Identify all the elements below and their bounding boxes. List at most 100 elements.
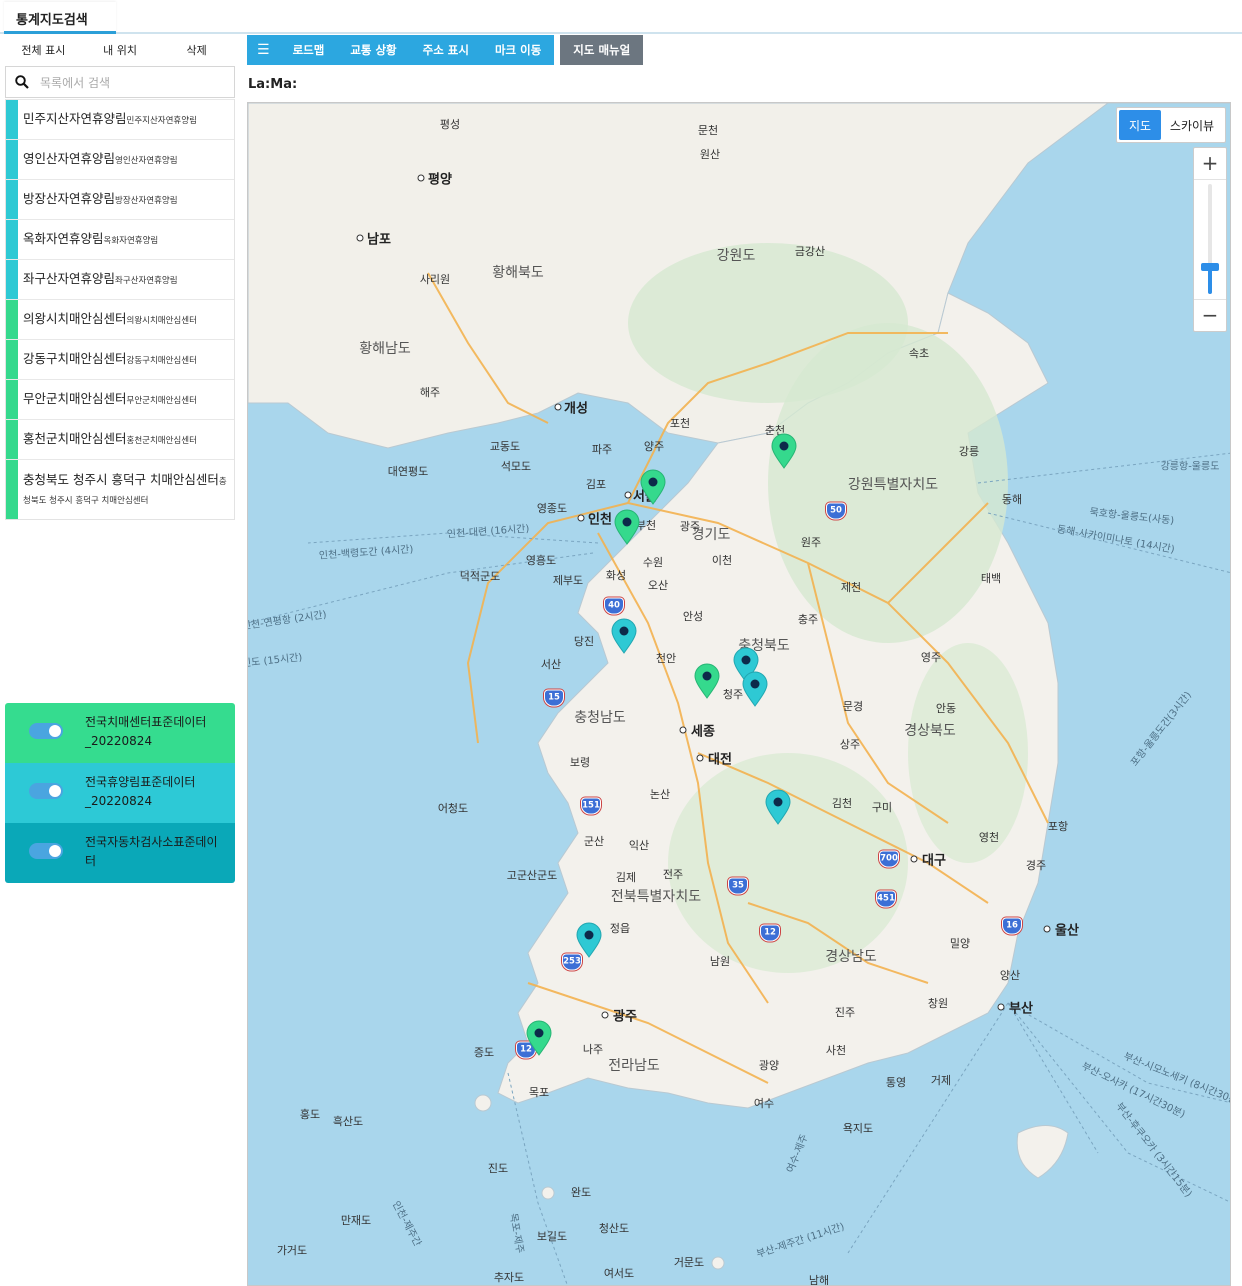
layer-label: 전국치매센터표준데이터_20220824 <box>85 715 207 749</box>
mountains <box>908 643 1028 863</box>
menu-icon: ☰ <box>257 42 270 58</box>
city-dot <box>910 855 918 863</box>
route-shield: 35 <box>728 877 748 895</box>
map-canvas[interactable]: 평양 남포 개성 인천 서울 세종 대전 대구 울산 광주 부산 황해북도 황해… <box>247 102 1231 1286</box>
layer-toggle[interactable] <box>29 723 63 739</box>
search-input[interactable] <box>40 72 225 94</box>
map-marker-dementia-center[interactable] <box>694 663 720 699</box>
mountains <box>768 323 1008 643</box>
city-dot <box>417 174 425 182</box>
city-dot <box>577 514 585 522</box>
poi-subtitle: 홍천군치매안심센터 <box>126 436 197 446</box>
toggle-knob <box>49 785 61 797</box>
list-search <box>5 66 235 98</box>
traffic-button[interactable]: 교통 상황 <box>337 35 409 65</box>
map-type-switch: 지도 스카이뷰 <box>1116 107 1226 143</box>
map-marker-dementia-center[interactable] <box>771 433 797 469</box>
zoom-control: + − <box>1193 147 1227 332</box>
left-action-bar: 전체 표시 내 위치 삭제 <box>5 42 235 60</box>
layer-toggle[interactable] <box>29 843 63 859</box>
map-marker-recreation-forest[interactable] <box>576 922 602 958</box>
map-type-skyview-button[interactable]: 스카이뷰 <box>1161 117 1223 134</box>
list-item[interactable]: 홍천군치매안심센터홍천군치매안심센터 <box>6 419 234 459</box>
roadmap-button[interactable]: 로드맵 <box>280 35 338 65</box>
category-color-bar <box>6 380 18 419</box>
category-color-bar <box>6 300 18 339</box>
my-location-button[interactable]: 내 위치 <box>82 42 159 60</box>
city-dot <box>1043 925 1051 933</box>
map-base <box>248 103 1230 1285</box>
map-manual-button[interactable]: 지도 매뉴얼 <box>560 35 644 65</box>
list-item[interactable]: 무안군치매안심센터무안군치매안심센터 <box>6 379 234 419</box>
island <box>711 1256 725 1270</box>
layer-label: 전국휴양림표준데이터_20220824 <box>85 775 196 809</box>
list-item[interactable]: 옥화자연휴양림옥화자연휴양림 <box>6 219 234 259</box>
lat-lng-readout: La:Ma: <box>248 77 298 92</box>
route-shield: 15 <box>544 689 564 707</box>
island <box>541 1186 555 1200</box>
category-color-bar <box>6 420 18 459</box>
list-item[interactable]: 방장산자연휴양림방장산자연휴양림 <box>6 179 234 219</box>
list-item[interactable]: 의왕시치매안심센터의왕시치매안심센터 <box>6 299 234 339</box>
list-item[interactable]: 강동구치매안심센터강동구치매안심센터 <box>6 339 234 379</box>
city-dot <box>696 754 704 762</box>
list-item[interactable]: 민주지산자연휴양림민주지산자연휴양림 <box>6 99 234 139</box>
map-marker-dementia-center[interactable] <box>614 509 640 545</box>
zoom-slider-handle[interactable] <box>1201 263 1219 271</box>
map-marker-recreation-forest[interactable] <box>611 618 637 654</box>
mountains <box>668 753 908 973</box>
list-item[interactable]: 영인산자연휴양림영인산자연휴양림 <box>6 139 234 179</box>
layer-dementia-center: 전국치매센터표준데이터_20220824 <box>5 703 235 763</box>
poi-title: 홍천군치매안심센터 <box>23 431 127 446</box>
search-icon <box>15 75 29 89</box>
poi-title: 좌구산자연휴양림 <box>23 271 116 286</box>
poi-subtitle: 민주지산자연휴양림 <box>126 116 197 126</box>
map-marker-recreation-forest[interactable] <box>765 789 791 825</box>
poi-title: 충청북도 청주시 흥덕구 치매안심센터 <box>23 472 219 487</box>
top-tab-bar: 통계지도검색 <box>0 0 1242 34</box>
layer-panel: 전국치매센터표준데이터_20220824 전국휴양림표준데이터_20220824… <box>5 703 235 883</box>
category-color-bar <box>6 340 18 379</box>
poi-subtitle: 방장산자연휴양림 <box>115 196 178 206</box>
tab-stat-map-search[interactable]: 통계지도검색 <box>4 2 116 34</box>
layer-toggle[interactable] <box>29 783 63 799</box>
city-dot <box>601 1011 609 1019</box>
category-color-bar <box>6 180 18 219</box>
list-item[interactable]: 좌구산자연휴양림좌구산자연휴양림 <box>6 259 234 299</box>
map-marker-recreation-forest[interactable] <box>742 671 768 707</box>
mark-move-button[interactable]: 마크 이동 <box>482 35 554 65</box>
city-dot <box>624 491 632 499</box>
layer-recreation-forest: 전국휴양림표준데이터_20220824 <box>5 763 235 823</box>
poi-subtitle: 옥화자연휴양림 <box>103 236 159 246</box>
city-dot <box>554 403 562 411</box>
category-color-bar <box>6 100 18 139</box>
delete-button[interactable]: 삭제 <box>158 42 235 60</box>
island <box>474 1094 492 1112</box>
poi-title: 민주지산자연휴양림 <box>23 111 127 126</box>
route-shield: 50 <box>826 502 846 520</box>
layer-label: 전국자동차검사소표준데이터 <box>85 835 218 869</box>
address-button[interactable]: 주소 표시 <box>410 35 482 65</box>
city-dot <box>356 234 364 242</box>
map-marker-dementia-center[interactable] <box>640 469 666 505</box>
poi-title: 옥화자연휴양림 <box>23 231 104 246</box>
route-shield: 40 <box>604 597 624 615</box>
map-type-roadmap-button[interactable]: 지도 <box>1119 110 1161 140</box>
map-toolbar: ☰ 로드맵 교통 상황 주소 표시 마크 이동 지도 매뉴얼 <box>247 35 644 65</box>
show-all-button[interactable]: 전체 표시 <box>5 42 82 60</box>
menu-button[interactable]: ☰ <box>247 35 280 65</box>
poi-subtitle: 무안군치매안심센터 <box>126 396 197 406</box>
toggle-knob <box>49 845 61 857</box>
route-shield: 16 <box>1002 917 1022 935</box>
zoom-in-button[interactable]: + <box>1194 148 1226 180</box>
zoom-out-button[interactable]: − <box>1194 299 1226 331</box>
route-shield: 12 <box>760 924 780 942</box>
map-toolbar-group: ☰ 로드맵 교통 상황 주소 표시 마크 이동 <box>247 35 555 65</box>
map-marker-dementia-center[interactable] <box>526 1020 552 1056</box>
poi-subtitle: 의왕시치매안심센터 <box>126 316 197 326</box>
list-item[interactable]: 충청북도 청주시 흥덕구 치매안심센터충청북도 청주시 흥덕구 치매안심센터 <box>6 459 234 519</box>
island <box>1016 1125 1069 1179</box>
poi-title: 영인산자연휴양림 <box>23 151 116 166</box>
route-shield: 451 <box>876 890 896 908</box>
poi-title: 무안군치매안심센터 <box>23 391 127 406</box>
